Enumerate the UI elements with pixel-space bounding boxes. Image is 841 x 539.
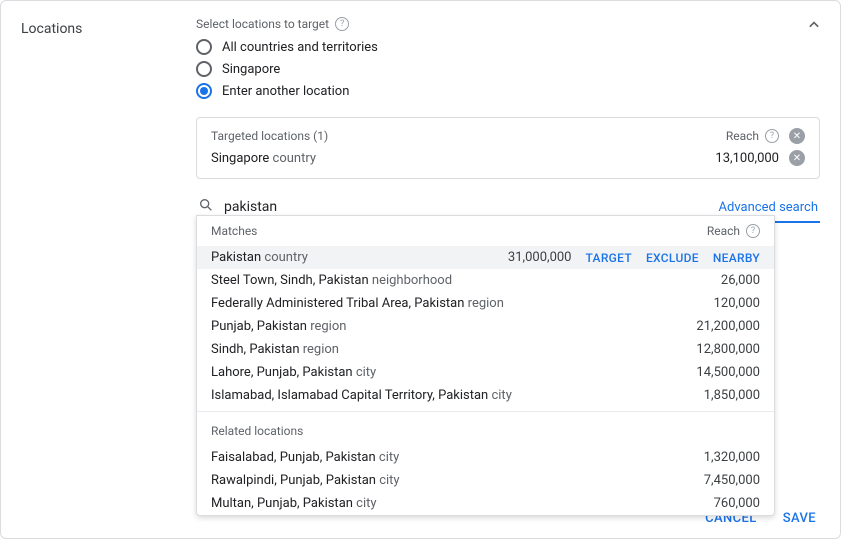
related-label: Related locations bbox=[211, 424, 303, 438]
radio-icon bbox=[196, 39, 212, 55]
location-name: Rawalpindi, Punjab, Pakistan city bbox=[211, 473, 670, 488]
location-type: city bbox=[491, 388, 511, 403]
help-icon[interactable]: ? bbox=[746, 224, 760, 238]
radio-icon bbox=[196, 61, 212, 77]
nearby-action[interactable]: NEARBY bbox=[713, 251, 760, 265]
reach-value: 13,100,000 bbox=[689, 151, 779, 166]
matches-label: Matches bbox=[211, 224, 257, 238]
related-row[interactable]: Faisalabad, Punjab, Pakistan city1,320,0… bbox=[197, 446, 774, 469]
help-icon[interactable]: ? bbox=[765, 129, 779, 143]
location-type: region bbox=[310, 319, 346, 334]
match-row[interactable]: Pakistan country31,000,000 TARGET EXCLUDE N… bbox=[197, 246, 774, 269]
related-row[interactable]: Rawalpindi, Punjab, Pakistan city7,450,0… bbox=[197, 469, 774, 492]
reach-value: 21,200,000 bbox=[670, 319, 760, 334]
radio-icon bbox=[196, 83, 212, 99]
match-row[interactable]: Punjab, Pakistan region21,200,000 bbox=[197, 315, 774, 338]
location-type: region bbox=[468, 296, 504, 311]
match-row[interactable]: Federally Administered Tribal Area, Paki… bbox=[197, 292, 774, 315]
search-icon bbox=[198, 197, 214, 217]
location-name: Punjab, Pakistan region bbox=[211, 319, 670, 334]
targeted-title: Targeted locations (1) bbox=[211, 129, 328, 143]
remove-location-icon[interactable]: ✕ bbox=[789, 150, 805, 166]
save-button[interactable]: SAVE bbox=[783, 511, 816, 526]
location-type: city bbox=[379, 450, 399, 465]
reach-label: Reach bbox=[726, 129, 759, 143]
targeted-location-row: Singapore country13,100,000 ✕ bbox=[211, 150, 805, 166]
location-name: Federally Administered Tribal Area, Paki… bbox=[211, 296, 670, 311]
match-row[interactable]: Islamabad, Islamabad Capital Territory, … bbox=[197, 384, 774, 407]
location-autocomplete-dropdown: Matches Reach ? Pakistan country31,000,0… bbox=[196, 215, 775, 516]
location-type: country bbox=[273, 151, 317, 166]
subtitle-text: Select locations to target bbox=[196, 17, 329, 31]
clear-all-icon[interactable]: ✕ bbox=[789, 128, 805, 144]
radio-singapore[interactable]: Singapore bbox=[196, 61, 820, 77]
radio-label: Enter another location bbox=[222, 84, 349, 99]
section-title: Locations bbox=[21, 17, 196, 37]
target-action[interactable]: TARGET bbox=[586, 251, 632, 265]
location-name: Steel Town, Sindh, Pakistan neighborhood bbox=[211, 273, 670, 288]
reach-value: 1,850,000 bbox=[670, 388, 760, 403]
radio-label: All countries and territories bbox=[222, 40, 378, 55]
reach-value: 7,450,000 bbox=[670, 473, 760, 488]
reach-value: 14,500,000 bbox=[670, 365, 760, 380]
reach-value: 31,000,000 bbox=[482, 250, 572, 265]
reach-value: 26,000 bbox=[670, 273, 760, 288]
location-type: city bbox=[356, 496, 376, 511]
location-search-input[interactable] bbox=[224, 199, 699, 215]
radio-label: Singapore bbox=[222, 62, 280, 77]
help-icon[interactable]: ? bbox=[335, 17, 349, 31]
exclude-action[interactable]: EXCLUDE bbox=[646, 251, 699, 265]
section-body: Select locations to target ? All countri… bbox=[196, 17, 820, 223]
location-type: region bbox=[303, 342, 339, 357]
match-row[interactable]: Steel Town, Sindh, Pakistan neighborhood… bbox=[197, 269, 774, 292]
reach-value: 12,800,000 bbox=[670, 342, 760, 357]
reach-value: 1,320,000 bbox=[670, 450, 760, 465]
section-subtitle: Select locations to target ? bbox=[196, 17, 820, 31]
divider bbox=[197, 411, 774, 412]
radio-enter-another[interactable]: Enter another location bbox=[196, 83, 820, 99]
location-name: Lahore, Punjab, Pakistan city bbox=[211, 365, 670, 380]
location-name: Faisalabad, Punjab, Pakistan city bbox=[211, 450, 670, 465]
advanced-search-link[interactable]: Advanced search bbox=[719, 200, 818, 215]
location-type: city bbox=[379, 473, 399, 488]
related-row[interactable]: Multan, Punjab, Pakistan city760,000 bbox=[197, 492, 774, 515]
match-row[interactable]: Lahore, Punjab, Pakistan city14,500,000 bbox=[197, 361, 774, 384]
radio-all-countries[interactable]: All countries and territories bbox=[196, 39, 820, 55]
targeted-locations-box: Targeted locations (1) Reach ? ✕ Singapo… bbox=[196, 117, 820, 179]
location-name: Sindh, Pakistan region bbox=[211, 342, 670, 357]
reach-value: 760,000 bbox=[670, 496, 760, 511]
location-name: Singapore country bbox=[211, 151, 689, 166]
location-type: country bbox=[264, 250, 308, 265]
location-name: Pakistan country bbox=[211, 250, 482, 265]
location-name: Islamabad, Islamabad Capital Territory, … bbox=[211, 388, 670, 403]
location-type: city bbox=[356, 365, 376, 380]
location-type: neighborhood bbox=[372, 273, 452, 288]
location-name: Multan, Punjab, Pakistan city bbox=[211, 496, 670, 511]
reach-value: 120,000 bbox=[670, 296, 760, 311]
reach-label: Reach bbox=[707, 224, 740, 238]
locations-panel: Locations Select locations to target ? A… bbox=[0, 0, 841, 539]
match-row[interactable]: Sindh, Pakistan region12,800,000 bbox=[197, 338, 774, 361]
